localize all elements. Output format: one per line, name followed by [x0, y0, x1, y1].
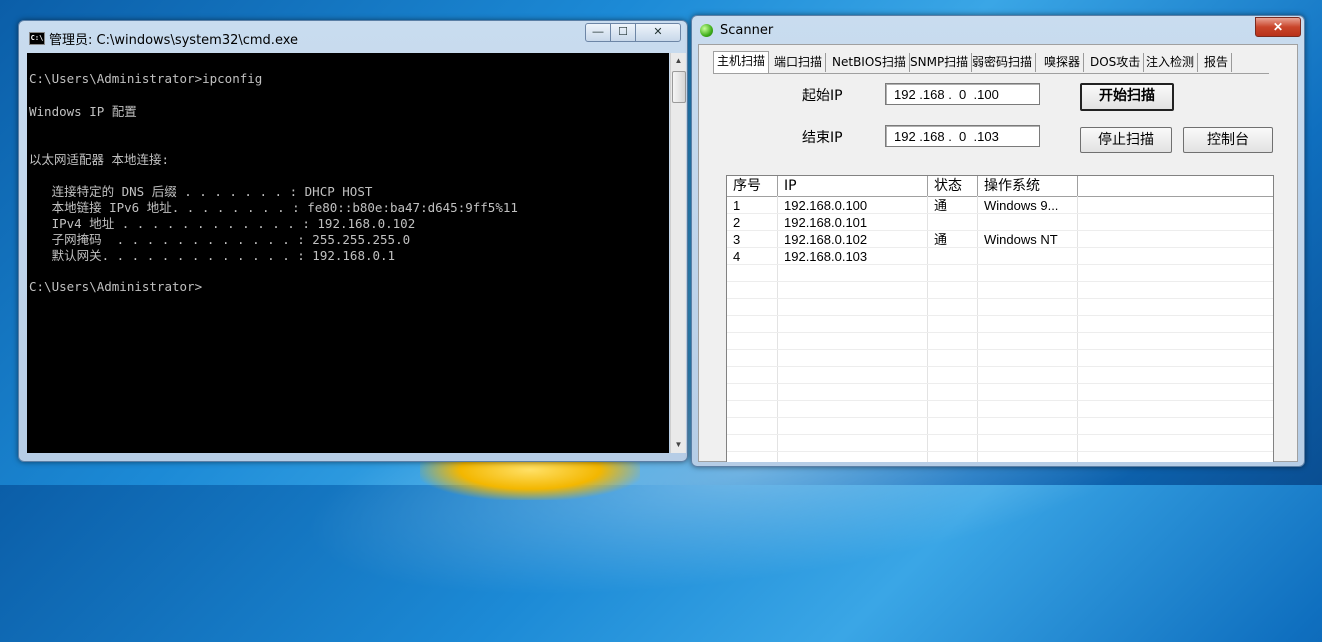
- row-divider: [727, 349, 1273, 350]
- row-divider: [727, 400, 1273, 401]
- end-ip-label: 结束IP: [802, 130, 843, 146]
- row-divider: [727, 298, 1273, 299]
- tab-weak-password-scan[interactable]: 弱密码扫描: [969, 53, 1037, 72]
- console-output[interactable]: C:\Users\Administrator>ipconfig Windows …: [27, 53, 669, 453]
- row-divider: [727, 451, 1273, 452]
- table-cell-status[interactable]: 通: [928, 197, 977, 214]
- table-cell-os[interactable]: [978, 214, 1077, 231]
- table-cell-index[interactable]: 4: [727, 248, 777, 265]
- start-scan-button[interactable]: 开始扫描: [1080, 83, 1174, 111]
- column-header-index[interactable]: 序号: [727, 176, 778, 196]
- console-line: C:\Users\Administrator>ipconfig: [29, 71, 263, 86]
- column-divider: [1077, 196, 1078, 462]
- tab-sniffer[interactable]: 嗅探器: [1041, 53, 1085, 72]
- column-header-status[interactable]: 状态: [928, 176, 978, 196]
- maximize-button[interactable]: ☐: [610, 23, 636, 42]
- start-ip-field[interactable]: 192 .168 . 0 .100: [885, 83, 1040, 105]
- column-header-ip[interactable]: IP: [778, 176, 928, 196]
- tab-snmp-scan[interactable]: SNMP扫描: [907, 53, 973, 72]
- row-divider: [727, 383, 1273, 384]
- console-line: 以太网适配器 本地连接:: [29, 152, 170, 167]
- console-icon: C:\: [29, 32, 45, 45]
- tab-netbios-scan[interactable]: NetBIOS扫描: [829, 53, 910, 72]
- table-cell-status[interactable]: 通: [928, 231, 977, 248]
- row-divider: [727, 332, 1273, 333]
- console-prompt: C:\Users\Administrator>: [29, 279, 203, 294]
- table-cell-ip[interactable]: 192.168.0.100: [778, 197, 927, 214]
- table-cell-ip[interactable]: 192.168.0.101: [778, 214, 927, 231]
- row-divider: [727, 434, 1273, 435]
- tab-bar: 主机扫描 端口扫描 NetBIOS扫描 SNMP扫描 弱密码扫描 嗅探器 DOS…: [713, 51, 1269, 74]
- close-button[interactable]: ✕: [635, 23, 681, 42]
- tab-host-scan[interactable]: 主机扫描: [713, 51, 770, 73]
- stop-scan-button[interactable]: 停止扫描: [1080, 127, 1172, 153]
- table-cell-status[interactable]: [928, 248, 977, 265]
- tab-dos-attack[interactable]: DOS攻击: [1087, 53, 1145, 72]
- vertical-scrollbar[interactable]: ▲ ▼: [670, 53, 686, 453]
- scroll-down-icon[interactable]: ▼: [671, 437, 686, 453]
- app-icon: [700, 24, 713, 37]
- row-divider: [727, 315, 1273, 316]
- cmd-title: 管理员: C:\windows\system32\cmd.exe: [49, 33, 298, 48]
- console-line: 默认网关. . . . . . . . . . . . . : 192.168.…: [29, 248, 396, 263]
- table-cell-os[interactable]: Windows NT: [978, 231, 1077, 248]
- start-ip-label: 起始IP: [802, 88, 843, 104]
- row-divider: [727, 417, 1273, 418]
- results-table[interactable]: 序号 IP 状态 操作系统 1 192.168.0.100 通 Windows …: [726, 175, 1274, 462]
- scanner-title: Scanner: [720, 23, 774, 38]
- tab-report[interactable]: 报告: [1201, 53, 1233, 72]
- row-divider: [727, 281, 1273, 282]
- scroll-up-icon[interactable]: ▲: [671, 53, 686, 69]
- close-button[interactable]: ✕: [1255, 17, 1301, 37]
- tab-port-scan[interactable]: 端口扫描: [771, 53, 827, 72]
- cmd-titlebar[interactable]: C:\ 管理员: C:\windows\system32\cmd.exe — ☐…: [19, 21, 687, 51]
- table-cell-ip[interactable]: 192.168.0.102: [778, 231, 927, 248]
- console-button[interactable]: 控制台: [1183, 127, 1273, 153]
- table-cell-os[interactable]: [978, 248, 1077, 265]
- scanner-client-area: 主机扫描 端口扫描 NetBIOS扫描 SNMP扫描 弱密码扫描 嗅探器 DOS…: [698, 44, 1298, 462]
- table-cell-index[interactable]: 1: [727, 197, 777, 214]
- row-divider: [727, 366, 1273, 367]
- table-cell-index[interactable]: 3: [727, 231, 777, 248]
- table-cell-ip[interactable]: 192.168.0.103: [778, 248, 927, 265]
- column-header-os[interactable]: 操作系统: [978, 176, 1078, 196]
- table-header: 序号 IP 状态 操作系统: [727, 176, 1273, 197]
- table-cell-status[interactable]: [928, 214, 977, 231]
- scanner-window: Scanner ✕ 主机扫描 端口扫描 NetBIOS扫描 SNMP扫描 弱密码…: [691, 15, 1305, 467]
- console-line: Windows IP 配置: [29, 104, 137, 119]
- scroll-thumb[interactable]: [672, 71, 686, 103]
- minimize-button[interactable]: —: [585, 23, 611, 42]
- cmd-window: C:\ 管理员: C:\windows\system32\cmd.exe — ☐…: [18, 20, 688, 462]
- end-ip-field[interactable]: 192 .168 . 0 .103: [885, 125, 1040, 147]
- tab-injection-check[interactable]: 注入检测: [1143, 53, 1199, 72]
- table-cell-os[interactable]: Windows 9...: [978, 197, 1077, 214]
- table-cell-index[interactable]: 2: [727, 214, 777, 231]
